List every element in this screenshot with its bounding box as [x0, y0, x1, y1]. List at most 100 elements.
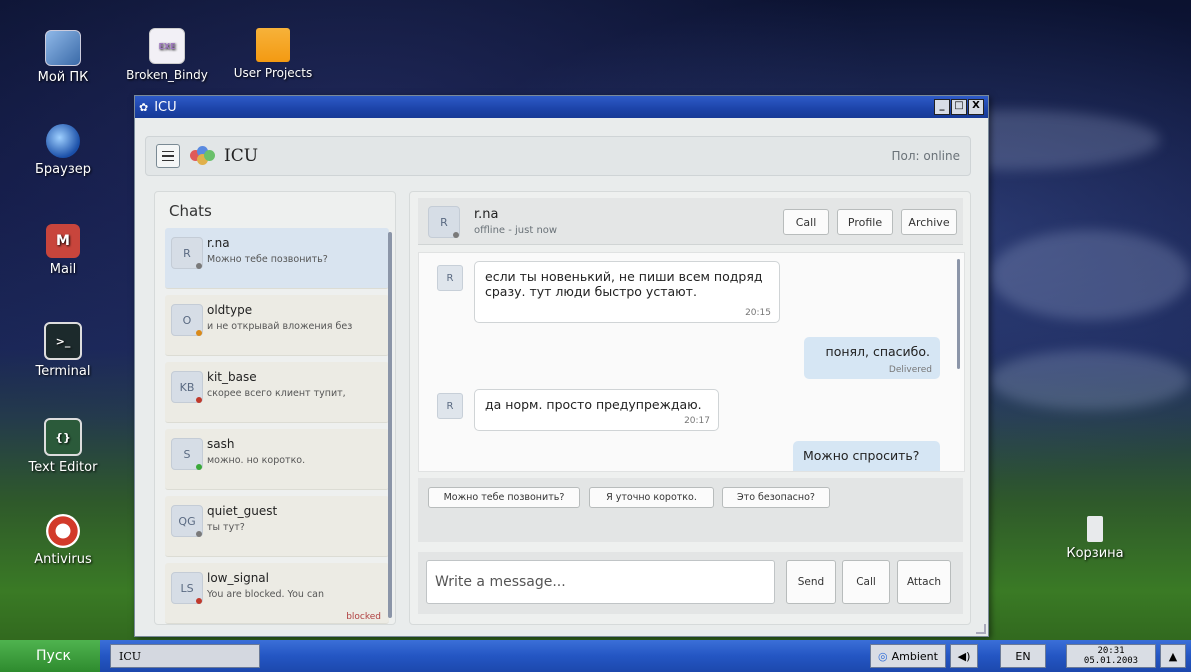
clock[interactable]: 20:31 05.01.2003	[1066, 644, 1156, 668]
menu-icon[interactable]	[156, 144, 180, 168]
desktop-icon-label: Antivirus	[34, 552, 92, 567]
message-input[interactable]	[426, 560, 775, 604]
lifebuoy-icon	[46, 514, 80, 548]
send-button[interactable]: Send	[786, 560, 836, 604]
minimize-button[interactable]: _	[934, 99, 950, 115]
ambient-icon: ◎	[878, 649, 888, 663]
chat-name: sash	[207, 437, 235, 451]
chat-name: quiet_guest	[207, 504, 278, 518]
icu-window: ✿ ICU _ □ X ICU Пол: online Chats Rr.na М…	[134, 95, 989, 637]
chat-list-item[interactable]: LS low_signal You are blocked. You can bloc…	[165, 563, 389, 624]
network-status: Пол: online	[891, 149, 961, 163]
desktop-icon-text-editor[interactable]: {} Text Editor	[18, 418, 108, 475]
message-bubble-outgoing: понял, спасибо. Delivered	[804, 337, 940, 379]
desktop-icon-label: User Projects	[233, 66, 313, 80]
window-star-icon: ✿	[139, 100, 149, 114]
chat-list-item[interactable]: Ssash можно. но коротко.	[165, 429, 389, 490]
message-list-scrollbar[interactable]	[957, 259, 960, 369]
contact-name: r.na	[474, 207, 499, 222]
window-titlebar[interactable]: ✿ ICU _ □ X	[135, 96, 988, 118]
presence-dot	[196, 330, 202, 336]
conversation-header: R r.na offline - just now Call Profile A…	[418, 198, 963, 245]
chat-preview: ты тут?	[207, 522, 245, 533]
chat-name: kit_base	[207, 370, 257, 384]
message-text: да норм. просто предупреждаю.	[485, 397, 702, 412]
globe-icon	[46, 124, 80, 158]
presence-dot	[196, 531, 202, 537]
desktop-icon-label: Mail	[49, 262, 77, 277]
clock-time: 20:31	[1097, 646, 1125, 656]
quick-replies-bar: Можно тебе позвонить? Я уточно коротко. …	[418, 478, 963, 542]
message-time: 20:17	[684, 416, 710, 426]
desktop-icon-antivirus[interactable]: Antivirus	[18, 514, 108, 567]
chat-name: r.na	[207, 236, 230, 250]
language-indicator[interactable]: EN	[1000, 644, 1046, 668]
desktop-icon-label: Text Editor	[28, 460, 98, 475]
taskbar: Пуск ICU ◎ Ambient ◀) EN 20:31 05.01.200…	[0, 640, 1191, 672]
computer-icon	[45, 30, 81, 66]
mail-icon: M	[46, 224, 80, 258]
presence-dot	[196, 397, 202, 403]
desktop-icon-label: Broken_Bindy	[126, 68, 208, 82]
attach-button[interactable]: Attach	[897, 560, 951, 604]
window-title: ICU	[154, 99, 177, 115]
archive-button[interactable]: Archive	[901, 209, 957, 235]
message-text: Можно спросить?	[803, 448, 920, 463]
avatar: R	[437, 265, 463, 291]
maximize-button[interactable]: □	[951, 99, 967, 115]
conversation-panel: R r.na offline - just now Call Profile A…	[409, 191, 971, 625]
presence-dot	[196, 464, 202, 470]
chat-list-item[interactable]: Rr.na Можно тебе позвонить?	[165, 228, 389, 289]
message-bubble-incoming: да норм. просто предупреждаю. 20:17	[474, 389, 719, 431]
resize-grip-icon[interactable]	[976, 624, 986, 634]
chat-name: oldtype	[207, 303, 253, 317]
ambient-toggle[interactable]: ◎ Ambient	[870, 644, 946, 668]
app-title: ICU	[224, 146, 259, 166]
close-button[interactable]: X	[968, 99, 984, 115]
message-text: понял, спасибо.	[825, 344, 930, 359]
icu-logo-icon	[190, 146, 216, 166]
desktop-icon-trash[interactable]: Корзина	[1050, 516, 1140, 561]
chat-list-item[interactable]: QG quiet_guest ты тут?	[165, 496, 389, 557]
blocked-badge: blocked	[346, 612, 381, 622]
profile-button[interactable]: Profile	[837, 209, 893, 235]
volume-icon[interactable]: ◀)	[950, 644, 978, 668]
desktop-icon-label: Terminal	[35, 364, 91, 379]
delivery-status: Delivered	[888, 365, 932, 375]
chat-preview: и не открывай вложения без	[207, 321, 353, 332]
quick-reply-button[interactable]: Можно тебе позвонить?	[428, 487, 580, 508]
desktop-icon-browser[interactable]: Браузер	[18, 124, 108, 177]
presence-dot	[196, 598, 202, 604]
desktop-icon-mail[interactable]: M Mail	[18, 224, 108, 277]
desktop-icon-terminal[interactable]: >_ Terminal	[18, 322, 108, 379]
call-button[interactable]: Call	[783, 209, 829, 235]
message-composer: Send Call Attach	[418, 552, 963, 614]
notification-bell-icon[interactable]: ▲	[1160, 644, 1186, 668]
message-bubble-incoming: если ты новенький, не пиши всем подряд с…	[474, 261, 780, 323]
chat-list-item[interactable]: Ooldtype и не открывай вложения без	[165, 295, 389, 356]
message-time: 20:15	[745, 308, 771, 318]
desktop-icon-user-projects[interactable]: User Projects	[228, 28, 318, 81]
desktop-icon-my-pc[interactable]: Мой ПК	[18, 30, 108, 85]
chat-list-title: Chats	[169, 202, 212, 220]
quick-reply-button[interactable]: Это безопасно?	[722, 487, 830, 508]
message-list: R если ты новенький, не пиши всем подряд…	[418, 252, 965, 472]
ambient-label: Ambient	[891, 649, 938, 663]
desktop-icon-broken-bindy[interactable]: EXE Broken_Bindy	[122, 28, 212, 83]
clock-date: 05.01.2003	[1083, 656, 1139, 666]
presence-dot	[196, 263, 202, 269]
chat-list-panel: Chats Rr.na Можно тебе позвонить? Ooldtype…	[154, 191, 396, 625]
desktop-icon-label: Браузер	[35, 162, 91, 177]
quick-reply-button[interactable]: Я уточно коротко.	[589, 487, 714, 508]
chat-preview: можно. но коротко.	[207, 455, 306, 466]
call-button[interactable]: Call	[842, 560, 890, 604]
message-text: сразу. тут люди быстро устают.	[485, 284, 697, 299]
contact-status: offline - just now	[474, 225, 558, 236]
taskbar-item-icu[interactable]: ICU	[110, 644, 260, 668]
chat-preview: You are blocked. You can	[207, 589, 325, 600]
chat-list-scrollbar[interactable]	[388, 232, 392, 618]
chat-list-item[interactable]: KB kit_base скорее всего клиент тупит,	[165, 362, 389, 423]
window-controls: _ □ X	[934, 99, 984, 115]
desktop-icon-label: Корзина	[1066, 546, 1124, 561]
start-button[interactable]: Пуск	[0, 640, 100, 672]
